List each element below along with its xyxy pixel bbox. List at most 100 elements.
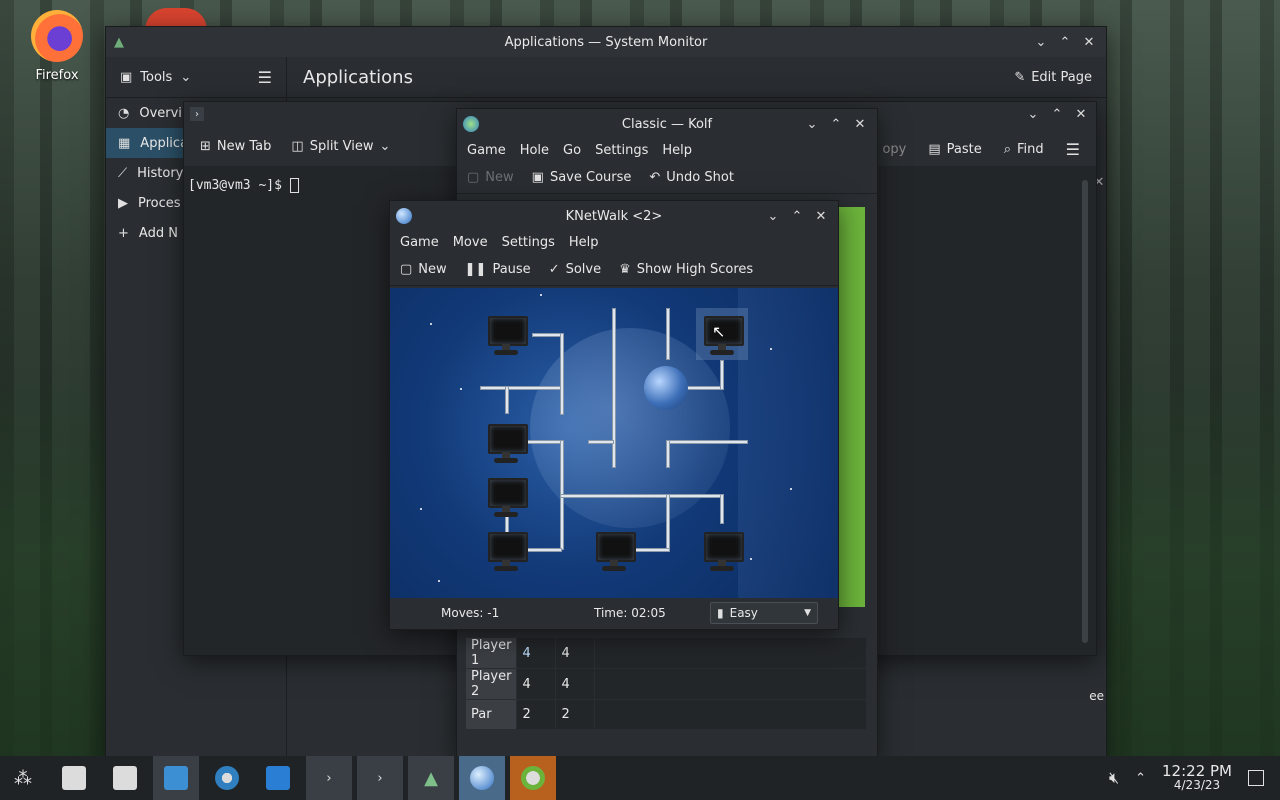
solve-button[interactable]: ✓ Solve [549,262,601,277]
minimize-icon[interactable]: ⌄ [1024,105,1042,123]
score-cell-empty [594,668,867,700]
score-cell: 2 [516,699,557,730]
task-discover[interactable] [255,756,301,800]
partial-label: ee [1089,689,1104,703]
pipe [532,333,562,337]
tools-menu-button[interactable]: ▣ Tools ⌄ ☰ [106,57,286,98]
task-file-manager[interactable] [153,756,199,800]
document-icon [113,766,137,790]
terminal-scrollbar[interactable] [1082,180,1088,643]
pipe [505,386,509,414]
gauge-icon: ◔ [118,105,130,121]
show-desktop-icon[interactable] [1248,770,1264,786]
golf-course-area[interactable] [837,207,865,607]
kolf-menubar: Game Hole Go Settings Help [457,139,877,161]
new-game-button[interactable]: ▢ New [400,262,447,277]
kolf-icon [521,766,545,790]
pipe [612,308,616,468]
close-icon[interactable]: ✕ [1080,33,1098,51]
computer-monitor-icon[interactable] [486,316,528,360]
split-view-button[interactable]: ◫ Split View ⌄ [291,139,390,154]
firefox-desktop-icon[interactable]: Firefox [22,10,92,83]
close-icon[interactable]: ✕ [812,207,830,225]
volume-muted-icon[interactable]: 🔇︎ [1109,768,1119,788]
pipe [588,440,614,444]
computer-monitor-icon[interactable] [702,532,744,576]
undo-shot-label: Undo Shot [666,169,734,185]
clock[interactable]: 12:22 PM 4/23/23 [1162,764,1232,793]
copy-button[interactable]: opy [882,142,906,157]
minimize-icon[interactable]: ⌄ [803,115,821,133]
menu-hole[interactable]: Hole [520,143,549,158]
new-game-button[interactable]: ▢ New [467,170,514,185]
close-icon[interactable]: ✕ [851,115,869,133]
computer-monitor-icon[interactable] [486,424,528,468]
knetwalk-board[interactable]: ↖ [390,288,838,598]
new-label: New [418,261,447,277]
menu-game[interactable]: Game [467,143,506,158]
grid-icon: ▦ [118,135,131,151]
task-konsole-1[interactable]: › [306,756,352,800]
sidebar-item-label: History [137,165,184,181]
minimize-icon[interactable]: ⌄ [764,207,782,225]
knetwalk-window: KNetWalk <2> ⌄ ⌃ ✕ Game Move Settings He… [389,200,839,630]
menu-settings[interactable]: Settings [502,235,555,250]
task-knetwalk[interactable] [459,756,505,800]
firefox-icon [31,10,83,62]
menu-move[interactable]: Move [453,235,488,250]
app-launcher-button[interactable]: ⁂ [0,756,46,800]
difficulty-select[interactable]: ▮ Easy ▼ [710,602,818,624]
task-system-settings[interactable] [204,756,250,800]
paste-button[interactable]: ▤ Paste [928,142,981,157]
computer-monitor-icon[interactable] [486,478,528,522]
find-button[interactable]: ⌕ Find [1004,142,1044,157]
star [430,323,432,325]
menu-go[interactable]: Go [563,143,581,158]
minimize-icon[interactable]: ⌄ [1032,33,1050,51]
maximize-icon[interactable]: ⌃ [1048,105,1066,123]
split-view-label: Split View [309,138,374,154]
system-monitor-icon: ▲ [424,767,438,789]
chevron-up-icon[interactable]: ⌃ [1135,771,1146,786]
menu-settings[interactable]: Settings [595,143,648,158]
menu-help[interactable]: Help [662,143,692,158]
page-title: Applications [303,66,413,88]
computer-monitor-icon[interactable] [486,532,528,576]
undo-shot-button[interactable]: ↶ Undo Shot [649,170,734,185]
menu-help[interactable]: Help [569,235,599,250]
network-server-globe[interactable] [644,366,688,410]
score-cell-empty [594,637,867,669]
high-scores-button[interactable]: ♛ Show High Scores [619,262,753,277]
tools-label: Tools [140,69,173,85]
task-system-monitor[interactable]: ▲ [408,756,454,800]
edit-page-button[interactable]: ✎ Edit Page [1014,70,1092,85]
hamburger-menu-icon[interactable]: ☰ [1066,140,1080,159]
hamburger-menu-icon[interactable]: ☰ [258,68,272,87]
find-label: Find [1017,142,1044,157]
task-document-1[interactable] [51,756,97,800]
maximize-icon[interactable]: ⌃ [1056,33,1074,51]
task-kolf[interactable] [510,756,556,800]
clock-date: 4/23/23 [1173,778,1221,792]
kolf-titlebar[interactable]: Classic — Kolf ⌄ ⌃ ✕ [457,109,877,139]
knetwalk-titlebar[interactable]: KNetWalk <2> ⌄ ⌃ ✕ [390,201,838,231]
sidebar-item-label: Applica [140,135,189,151]
maximize-icon[interactable]: ⌃ [788,207,806,225]
toolbox-icon: ▣ [120,69,133,85]
process-icon: ▶ [118,195,128,211]
close-icon[interactable]: ✕ [1072,105,1090,123]
terminal-icon: › [190,107,204,121]
new-tab-button[interactable]: ⊞ New Tab [200,139,271,154]
chevron-down-icon: ⌄ [180,69,192,85]
konsole-right-actions: opy ▤ Paste ⌕ Find ☰ [882,140,1080,159]
mouse-cursor-icon: ↖ [712,322,726,341]
pause-button[interactable]: ❚❚ Pause [465,262,531,277]
save-course-button[interactable]: ▣ Save Course [532,170,632,185]
maximize-icon[interactable]: ⌃ [827,115,845,133]
menu-game[interactable]: Game [400,235,439,250]
computer-monitor-icon[interactable] [594,532,636,576]
task-konsole-2[interactable]: › [357,756,403,800]
new-tab-label: New Tab [216,138,272,154]
task-document-2[interactable] [102,756,148,800]
sysmon-titlebar[interactable]: ▲ Applications — System Monitor ⌄ ⌃ ✕ [106,27,1106,57]
